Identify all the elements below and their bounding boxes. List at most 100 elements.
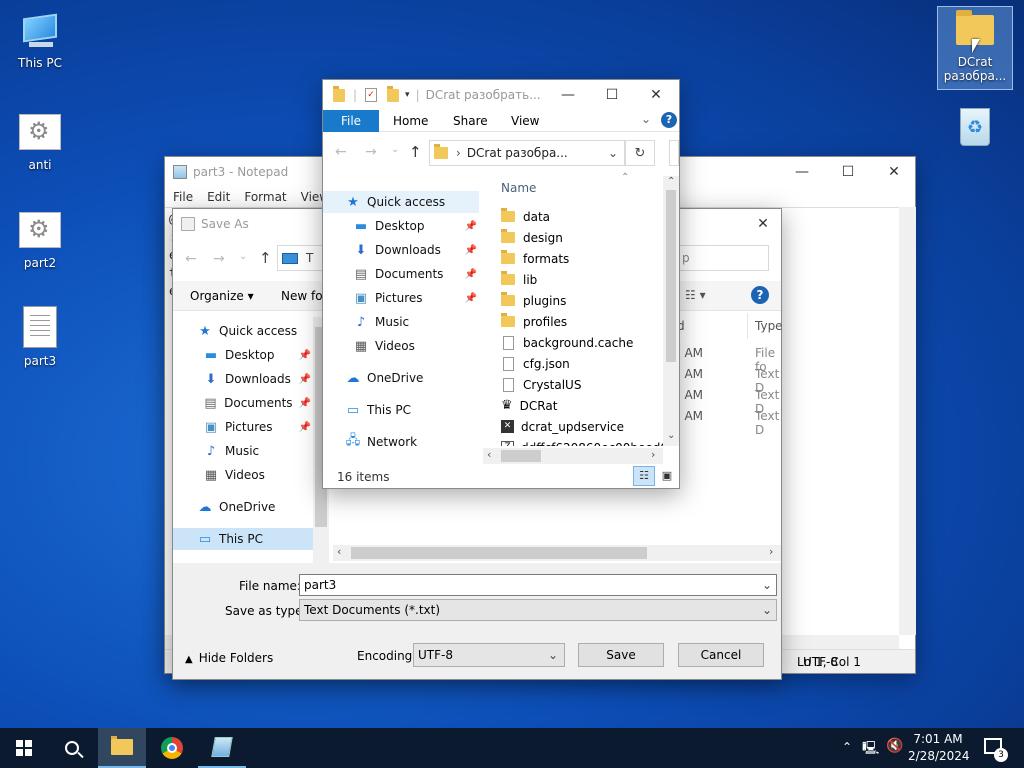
desktop-icon-recycle-bin[interactable] [937, 104, 1013, 154]
file-row[interactable]: profiles [501, 311, 567, 332]
network-status-icon[interactable]: 🖳 [862, 739, 879, 761]
save-as-file-row[interactable]: 2 AM Text D [673, 388, 781, 416]
save-as-type-select[interactable]: Text Documents (*.txt) ⌄ [299, 599, 777, 621]
notepad-maximize-button[interactable]: ☐ [825, 157, 871, 187]
file-row[interactable]: Zddffcf620860ec00beed0b52 [501, 437, 663, 446]
explorer-close-button[interactable]: ✕ [633, 80, 679, 110]
ribbon-tab-view[interactable]: View [511, 114, 539, 128]
cancel-button[interactable]: Cancel [678, 643, 764, 667]
save-as-file-row[interactable]: 1 AM Text D [673, 409, 781, 437]
save-as-nav-desktop[interactable]: ▬ Desktop 📌 [203, 344, 311, 366]
scroll-left-arrow[interactable]: ‹ [337, 545, 341, 558]
encoding-select[interactable]: UTF-8 ⌄ [413, 643, 565, 667]
explorer-vertical-scrollbar[interactable]: ⌃ ⌄ [663, 176, 679, 446]
organize-menu[interactable]: Organize ▾ [190, 289, 254, 303]
notepad-vertical-scrollbar[interactable] [899, 207, 916, 635]
desktop-icon-anti[interactable]: anti [2, 110, 78, 172]
scroll-up-arrow[interactable]: ⌃ [667, 176, 675, 187]
scroll-thumb[interactable] [501, 450, 541, 462]
desktop-icon-this-pc[interactable]: This PC [2, 10, 78, 70]
explorer-refresh-button[interactable]: ↻ [625, 140, 655, 166]
save-as-nav-music[interactable]: ♪ Music [203, 440, 259, 462]
explorer-up-button[interactable]: ↑ [409, 143, 422, 161]
help-icon[interactable]: ? [751, 286, 769, 304]
explorer-nav-music[interactable]: ♪ Music [353, 311, 409, 333]
save-as-up-button[interactable]: ↑ [259, 249, 272, 267]
desktop-icon-dcrat-folder[interactable]: DCrat разобра... [937, 6, 1013, 90]
notepad-close-button[interactable]: ✕ [871, 157, 917, 187]
explorer-nav-this-pc[interactable]: ▭ This PC [345, 399, 411, 421]
search-button[interactable] [48, 728, 96, 768]
notepad-menu-format[interactable]: Format [244, 190, 286, 204]
save-as-address-bar[interactable]: T [277, 245, 323, 271]
chevron-down-icon[interactable]: ⌄ [762, 578, 772, 592]
save-as-nav-downloads[interactable]: ⬇ Downloads 📌 [203, 368, 311, 390]
clock-time[interactable]: 7:01 AM [912, 732, 964, 746]
explorer-nav-documents[interactable]: ▤ Documents 📌 [353, 263, 477, 285]
save-as-back-button[interactable]: ← [185, 251, 197, 267]
file-row[interactable]: plugins [501, 290, 566, 311]
explorer-forward-button[interactable]: → [365, 144, 377, 160]
scroll-thumb[interactable] [351, 547, 647, 559]
column-header-name[interactable]: Name [501, 181, 536, 195]
file-row[interactable]: cfg.json [503, 353, 570, 374]
file-name-input[interactable]: part3 ⌄ [299, 574, 777, 596]
scroll-thumb[interactable] [666, 190, 676, 362]
chevron-down-icon[interactable]: ⌄ [608, 146, 618, 160]
details-view-icon[interactable]: ☷ [633, 466, 655, 486]
save-as-column-type[interactable]: Type [755, 319, 783, 333]
notepad-menu-file[interactable]: File [173, 190, 193, 204]
explorer-window[interactable]: | ✓ ▾ | DCrat разобрать... — ☐ ✕ File Ho… [322, 79, 680, 489]
save-as-nav-this-pc[interactable]: ▭ This PC [173, 528, 313, 550]
explorer-nav-downloads[interactable]: ⬇ Downloads 📌 [353, 239, 477, 261]
scroll-left-arrow[interactable]: ‹ [487, 448, 491, 461]
explorer-titlebar[interactable]: | ✓ ▾ | DCrat разобрать... — ☐ ✕ [323, 80, 679, 110]
save-as-file-row[interactable]: 9 AM File fo [673, 346, 781, 374]
save-as-search-box[interactable]: p [677, 245, 769, 271]
clock-date[interactable]: 2/28/2024 [908, 749, 970, 763]
save-as-recent-dropdown[interactable]: ⌄ [239, 251, 247, 262]
help-icon[interactable]: ? [661, 112, 677, 128]
new-folder-button[interactable]: New fol [281, 289, 326, 303]
notepad-menu-edit[interactable]: Edit [207, 190, 230, 204]
properties-icon[interactable]: ✓ [365, 88, 378, 102]
scroll-right-arrow[interactable]: › [769, 545, 773, 558]
ribbon-tab-share[interactable]: Share [453, 114, 488, 128]
explorer-recent-dropdown[interactable]: ⌄ [391, 144, 399, 155]
explorer-back-button[interactable]: ← [335, 144, 347, 160]
taskbar-chrome[interactable] [148, 728, 196, 768]
explorer-search-box[interactable] [669, 140, 679, 166]
save-as-nav-videos[interactable]: ▦ Videos [203, 464, 265, 486]
save-as-nav-documents[interactable]: ▤ Documents 📌 [203, 392, 311, 414]
file-row[interactable]: formats [501, 248, 569, 269]
file-row[interactable]: ✕ dcrat_updservice [501, 416, 624, 437]
save-as-nav-onedrive[interactable]: ☁ OneDrive [197, 496, 276, 518]
file-row[interactable]: ♛ DCRat [501, 395, 557, 416]
large-icons-view-icon[interactable]: ▣ [657, 466, 677, 486]
save-button[interactable]: Save [578, 643, 664, 667]
taskbar-notepad[interactable] [198, 728, 246, 768]
explorer-maximize-button[interactable]: ☐ [589, 80, 635, 110]
desktop-icon-part2[interactable]: part2 [2, 208, 78, 270]
save-as-file-hscrollbar[interactable]: ‹ › [333, 545, 781, 561]
explorer-nav-network[interactable]: 🖧 Network [345, 431, 417, 453]
new-folder-icon[interactable] [387, 85, 400, 102]
file-row[interactable]: lib [501, 269, 537, 290]
file-row[interactable]: background.cache [503, 332, 633, 353]
scroll-right-arrow[interactable]: › [651, 448, 655, 461]
show-hidden-icons-icon[interactable]: ⌃ [842, 740, 852, 754]
explorer-address-bar[interactable]: › DCrat разобра... ⌄ [429, 140, 625, 166]
desktop-icon-part3[interactable]: part3 [2, 306, 78, 368]
explorer-nav-desktop[interactable]: ▬ Desktop 📌 [353, 215, 477, 237]
save-as-nav-pictures[interactable]: ▣ Pictures 📌 [203, 416, 311, 438]
ribbon-expand-icon[interactable]: ⌄ [641, 112, 651, 126]
explorer-nav-videos[interactable]: ▦ Videos [353, 335, 415, 357]
view-options-icon[interactable]: ☷ ▾ [685, 288, 706, 302]
file-row[interactable]: CrystalUS [503, 374, 581, 395]
save-as-forward-button[interactable]: → [213, 251, 225, 267]
scroll-down-arrow[interactable]: ⌄ [667, 430, 675, 441]
explorer-nav-onedrive[interactable]: ☁ OneDrive [345, 367, 424, 389]
ribbon-tab-home[interactable]: Home [393, 114, 428, 128]
explorer-horizontal-scrollbar[interactable]: ‹ › [483, 448, 663, 464]
ribbon-tab-file[interactable]: File [323, 110, 379, 132]
